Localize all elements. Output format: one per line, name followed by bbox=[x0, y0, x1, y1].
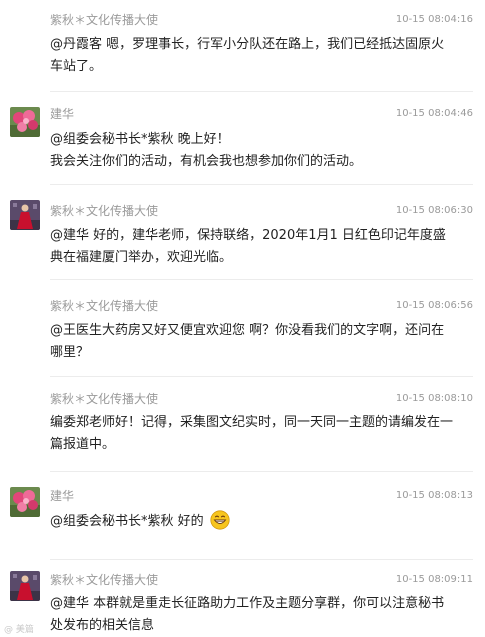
comment-text: @建华 本群就是重走长征路助力工作及主题分享群，你可以注意秘书处发布的相关信息 bbox=[50, 596, 445, 633]
red-dress-avatar-image bbox=[10, 571, 40, 601]
avatar[interactable] bbox=[10, 571, 40, 601]
pink-flower-avatar-image bbox=[10, 487, 40, 517]
grin-emoji-icon bbox=[210, 510, 230, 530]
comment-time: 10-15 08:08:13 bbox=[395, 490, 473, 501]
comment-text: @丹霞客 嗯，罗理事长，行军小分队还在路上，我们已经抵达固原火车站了。 bbox=[50, 37, 445, 74]
comment-author[interactable]: 紫秋＊文化传播大使 bbox=[50, 392, 158, 406]
comment-time: 10-15 08:09:11 bbox=[395, 574, 473, 585]
comment-author[interactable]: 紫秋＊文化传播大使 bbox=[50, 204, 158, 218]
red-dress-avatar-image bbox=[10, 200, 40, 230]
comment-text: @王医生大药房又好又便宜欢迎您 啊？你没看我们的文字啊，还问在哪里？ bbox=[50, 323, 445, 360]
watermark: @ 美篇 bbox=[4, 625, 34, 635]
comment-time: 10-15 08:04:16 bbox=[395, 14, 473, 25]
comment-text: 编委郑老师好！记得，采集图文纪实时，同一天同一主题的请编发在一篇报道中。 bbox=[50, 415, 454, 452]
comment-time: 10-15 08:06:30 bbox=[395, 205, 473, 216]
comment-time: 10-15 08:04:46 bbox=[395, 108, 473, 119]
comment-time: 10-15 08:08:10 bbox=[395, 393, 473, 404]
avatar[interactable] bbox=[10, 200, 40, 230]
pink-flower-avatar-image bbox=[10, 107, 40, 137]
avatar[interactable] bbox=[10, 487, 40, 517]
comment-author[interactable]: 紫秋＊文化传播大使 bbox=[50, 299, 158, 313]
comment-text: @组委会秘书长*紫秋 晚上好！ 我会关注你们的活动，有机会我也想参加你们的活动。 bbox=[50, 132, 363, 169]
comment-text-content: @组委会秘书长*紫秋 好的 bbox=[50, 514, 204, 529]
comment-author[interactable]: 建华 bbox=[50, 107, 74, 121]
comment-item: 紫秋＊文化传播大使 10-15 08:04:16 @丹霞客 嗯，罗理事长，行军小… bbox=[0, 0, 485, 92]
comment-item: 建华 10-15 08:08:13 @组委会秘书长*紫秋 好的 bbox=[0, 472, 485, 560]
comment-text: @建华 好的，建华老师，保持联络，2020年1月1 日红色印记年度盛典在福建厦门… bbox=[50, 228, 446, 265]
comment-item: 紫秋＊文化传播大使 10-15 08:08:10 编委郑老师好！记得，采集图文纪… bbox=[0, 377, 485, 472]
comment-item: 紫秋＊文化传播大使 10-15 08:06:56 @王医生大药房又好又便宜欢迎您… bbox=[0, 280, 485, 377]
comment-author[interactable]: 紫秋＊文化传播大使 bbox=[50, 13, 158, 27]
comment-text: @组委会秘书长*紫秋 好的 bbox=[50, 510, 455, 533]
comment-author[interactable]: 紫秋＊文化传播大使 bbox=[50, 573, 158, 587]
comment-item: 紫秋＊文化传播大使 10-15 08:06:30 @建华 好的，建华老师，保持联… bbox=[0, 185, 485, 280]
comment-author[interactable]: 建华 bbox=[50, 489, 74, 503]
comment-item: 建华 10-15 08:04:46 @组委会秘书长*紫秋 晚上好！ 我会关注你们… bbox=[0, 92, 485, 185]
avatar[interactable] bbox=[10, 107, 40, 137]
comment-time: 10-15 08:06:56 bbox=[395, 300, 473, 311]
comment-item: 紫秋＊文化传播大使 10-15 08:09:11 @建华 本群就是重走长征路助力… bbox=[0, 560, 485, 637]
